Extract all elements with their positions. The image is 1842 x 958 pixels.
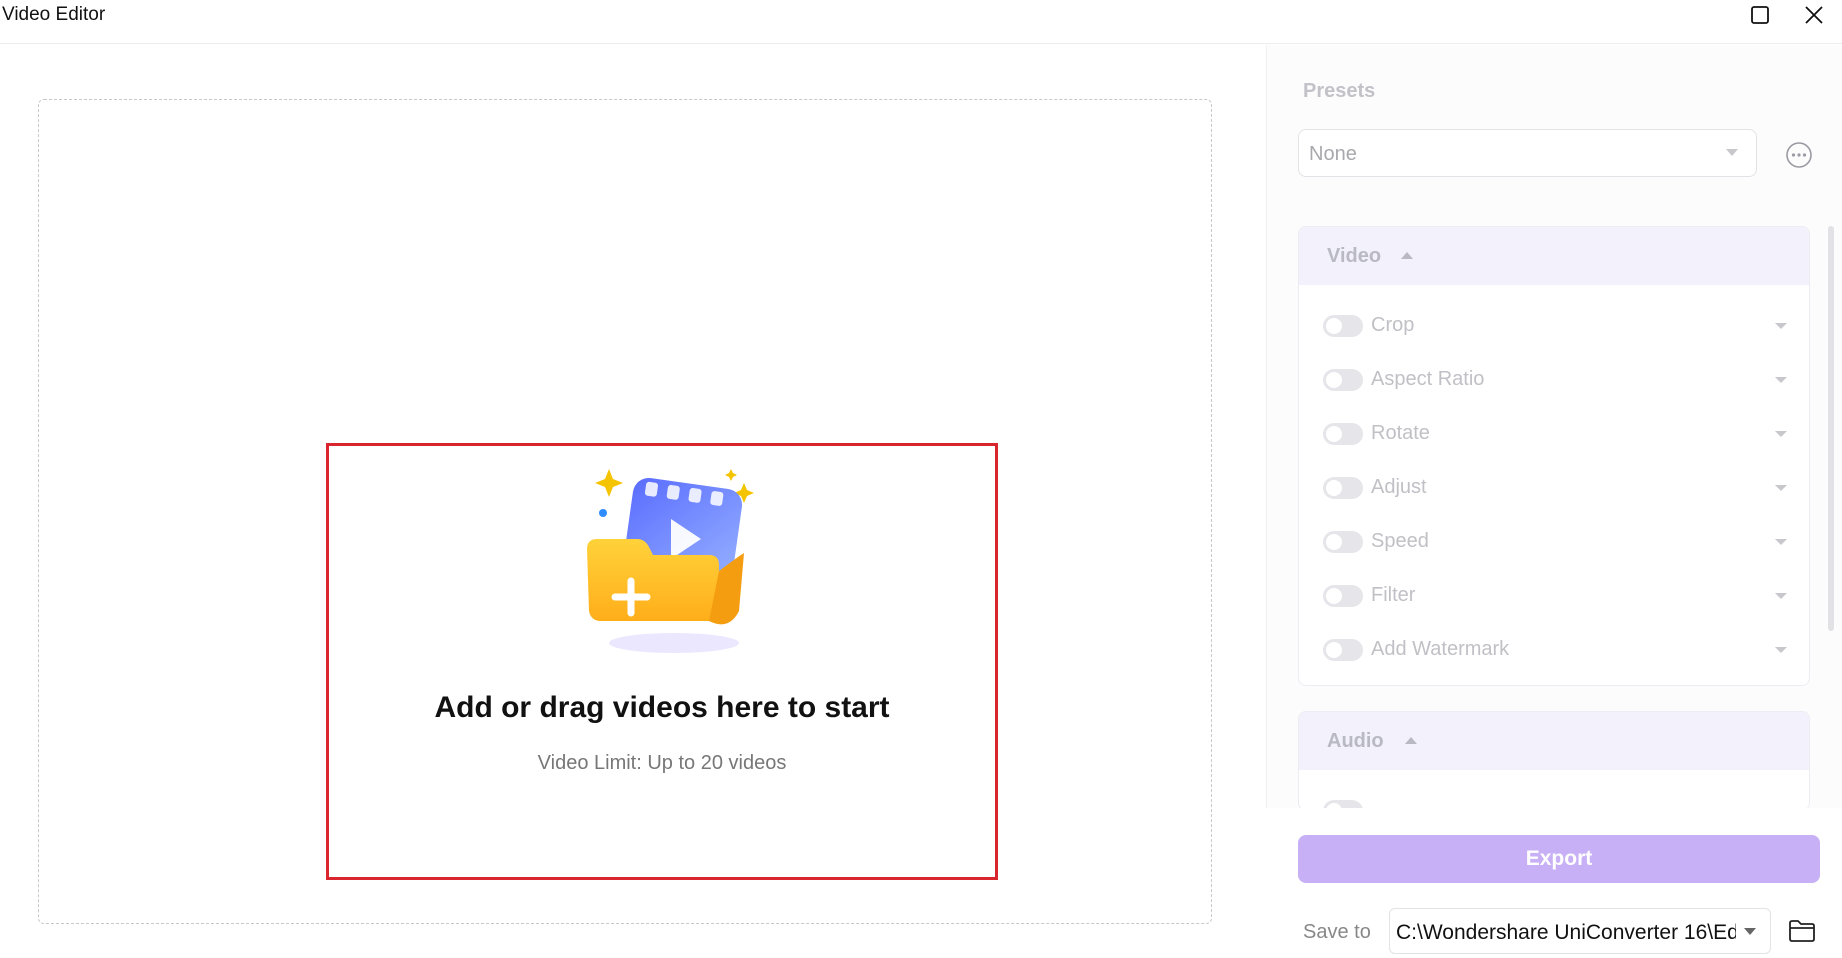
option-label: Aspect Ratio: [1371, 368, 1485, 390]
toggle-switch[interactable]: [1323, 639, 1363, 661]
option-adjust[interactable]: Adjust: [1323, 469, 1787, 509]
title-bar: Video Editor: [0, 0, 1842, 44]
option-aspect-ratio[interactable]: Aspect Ratio: [1323, 361, 1787, 401]
chevron-down-icon[interactable]: [1775, 377, 1787, 383]
drop-headline: Add or drag videos here to start: [434, 691, 890, 724]
option-crop[interactable]: Crop: [1323, 307, 1787, 347]
chevron-down-icon[interactable]: [1775, 485, 1787, 491]
add-video-folder-icon: [587, 469, 754, 653]
video-section-header[interactable]: Video: [1299, 227, 1809, 285]
toggle-switch[interactable]: [1323, 477, 1363, 499]
toggle-switch[interactable]: [1323, 315, 1363, 337]
toggle-switch[interactable]: [1323, 585, 1363, 607]
audio-section: Audio: [1298, 711, 1810, 811]
close-icon: [1805, 6, 1823, 24]
save-to-label: Save to: [1303, 921, 1371, 943]
chevron-down-icon[interactable]: [1775, 647, 1787, 653]
toggle-switch[interactable]: [1323, 531, 1363, 553]
export-button[interactable]: Export: [1298, 835, 1820, 883]
option-label: Filter: [1371, 584, 1416, 606]
maximize-icon: [1751, 6, 1769, 24]
chevron-down-icon: [1726, 149, 1738, 156]
save-path-value: C:\Wondershare UniConverter 16\Ed: [1396, 921, 1736, 944]
toggle-switch[interactable]: [1323, 423, 1363, 445]
close-button[interactable]: [1792, 0, 1836, 30]
presets-dropdown[interactable]: None: [1298, 129, 1757, 177]
panel-scrollbar[interactable]: [1828, 226, 1834, 631]
option-label: Speed: [1371, 530, 1429, 552]
presets-label: Presets: [1303, 80, 1376, 102]
chevron-down-icon[interactable]: [1775, 323, 1787, 329]
presets-selected-value: None: [1309, 143, 1357, 165]
video-limit-text: Video Limit: Up to 20 videos: [537, 752, 787, 774]
option-label: Crop: [1371, 314, 1415, 336]
maximize-button[interactable]: [1738, 0, 1782, 30]
chevron-down-icon[interactable]: [1775, 539, 1787, 545]
add-videos-target[interactable]: Add or drag videos here to start Video L…: [326, 443, 998, 880]
video-section: Video Crop Aspect Ratio Rotate Adjust Sp…: [1298, 226, 1810, 686]
chevron-down-icon[interactable]: [1775, 431, 1787, 437]
folder-icon[interactable]: [1788, 919, 1816, 943]
video-section-label: Video: [1327, 245, 1382, 267]
more-options-icon[interactable]: [1784, 140, 1814, 170]
video-drop-area[interactable]: Add or drag videos here to start Video L…: [38, 99, 1212, 924]
chevron-up-icon: [1401, 252, 1413, 259]
option-speed[interactable]: Speed: [1323, 523, 1787, 563]
chevron-down-icon[interactable]: [1775, 593, 1787, 599]
audio-section-header[interactable]: Audio: [1299, 712, 1809, 770]
option-add-watermark[interactable]: Add Watermark: [1323, 631, 1787, 671]
option-label: Adjust: [1371, 476, 1427, 498]
option-rotate[interactable]: Rotate: [1323, 415, 1787, 455]
audio-section-label: Audio: [1327, 730, 1384, 752]
toggle-switch[interactable]: [1323, 369, 1363, 391]
chevron-down-icon: [1744, 928, 1756, 935]
option-filter[interactable]: Filter: [1323, 577, 1787, 617]
option-label: Rotate: [1371, 422, 1430, 444]
option-label: Add Watermark: [1371, 638, 1510, 660]
save-path-dropdown[interactable]: C:\Wondershare UniConverter 16\Ed: [1389, 908, 1771, 954]
window-title: Video Editor: [2, 4, 106, 25]
chevron-up-icon: [1405, 737, 1417, 744]
